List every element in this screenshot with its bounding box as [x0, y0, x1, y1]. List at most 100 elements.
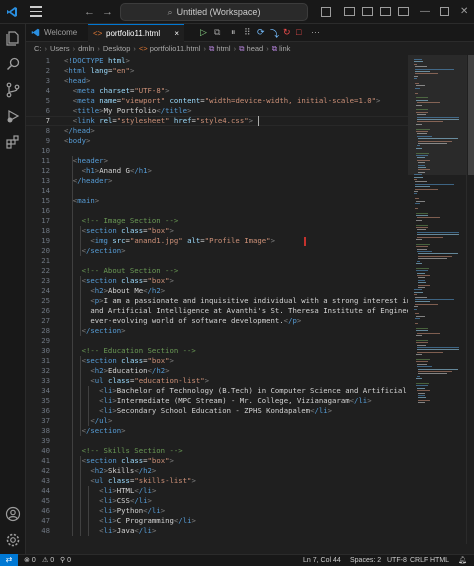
code-text[interactable]: <li>Java</li> [64, 526, 156, 536]
debug-stop-icon[interactable]: □ [296, 27, 301, 37]
maximize-icon[interactable] [440, 7, 449, 16]
code-line[interactable]: 39 [26, 436, 408, 446]
code-line[interactable]: 38 </section> [26, 426, 408, 436]
code-line[interactable]: 9 <body> [26, 136, 408, 146]
code-text[interactable]: <header> [64, 156, 108, 166]
breadcrumb-item[interactable]: head [247, 44, 264, 53]
code-line[interactable]: 34 <li>Bachelor of Technology (B.Tech) i… [26, 386, 408, 396]
code-text[interactable]: <html lang="en"> [64, 66, 134, 76]
code-line[interactable]: 45 <li>CSS</li> [26, 496, 408, 506]
code-line[interactable]: 28 </section> [26, 326, 408, 336]
code-editor[interactable]: 1 <!DOCTYPE html> 2 <html lang="en"> 3 <head>… [26, 55, 408, 544]
account-icon[interactable] [5, 506, 21, 522]
code-line[interactable]: 41 <section class="box"> [26, 456, 408, 466]
code-text[interactable]: <h2>Skills</h2> [64, 466, 156, 476]
code-text[interactable]: <!-- About Section --> [64, 266, 179, 276]
code-line[interactable]: 2 <html lang="en"> [26, 66, 408, 76]
code-line[interactable]: 40 <!-- Skills Section --> [26, 446, 408, 456]
encoding-status[interactable]: UTF-8 [387, 555, 407, 566]
breadcrumb-item[interactable]: C: [34, 44, 42, 53]
code-line[interactable]: 4 <meta charset="UTF-8"> [26, 86, 408, 96]
code-text[interactable]: </section> [64, 246, 126, 256]
breadcrumb-item[interactable]: link [279, 44, 290, 53]
toggle-secondary-sidebar-icon[interactable] [380, 7, 391, 16]
code-text[interactable]: </section> [64, 326, 126, 336]
code-text[interactable]: <li>Intermediate (MPC Stream) - Mr. Coll… [64, 396, 371, 406]
code-line[interactable]: 46 <li>Python</li> [26, 506, 408, 516]
debug-restart-icon[interactable]: ↻ [283, 27, 291, 38]
tab-welcome[interactable]: Welcome [26, 24, 88, 42]
code-text[interactable]: <!-- Image Section --> [64, 216, 179, 226]
code-line[interactable]: 25 <p>I am a passionate and inquisitive … [26, 296, 408, 306]
code-text[interactable]: <meta charset="UTF-8"> [64, 86, 170, 96]
toggle-primary-sidebar-icon[interactable] [344, 7, 355, 16]
split-editor-icon[interactable]: ⧉ [214, 27, 220, 38]
code-text[interactable]: </head> [64, 126, 95, 136]
code-line[interactable]: 11 <header> [26, 156, 408, 166]
command-center-search[interactable]: ⌕ Untitled (Workspace) [120, 3, 308, 21]
code-text[interactable]: and Artificial Intelligence at Avanthi's… [64, 306, 408, 316]
code-line[interactable]: 33 <ul class="education-list"> [26, 376, 408, 386]
code-line[interactable]: 7 <link rel="stylesheet" href="style4.cs… [26, 116, 408, 126]
breadcrumb-item[interactable]: Desktop [103, 44, 131, 53]
code-line[interactable]: 37 </ul> [26, 416, 408, 426]
close-icon[interactable]: ✕ [460, 5, 468, 19]
code-text[interactable]: <li>HTML</li> [64, 486, 156, 496]
scrollbar-thumb[interactable] [468, 55, 474, 175]
close-tab-icon[interactable]: × [174, 25, 179, 43]
code-line[interactable]: 21 [26, 256, 408, 266]
warnings-status[interactable]: ⚠ 0 [42, 555, 54, 566]
code-line[interactable]: 43 <ul class="skills-list"> [26, 476, 408, 486]
code-text[interactable]: <body> [64, 136, 90, 146]
code-line[interactable]: 13 </header> [26, 176, 408, 186]
code-line[interactable]: 10 [26, 146, 408, 156]
code-line[interactable]: 8 </head> [26, 126, 408, 136]
code-text[interactable]: <h1>Anand G</h1> [64, 166, 152, 176]
code-line[interactable]: 30 <!-- Education Section --> [26, 346, 408, 356]
code-line[interactable]: 29 [26, 336, 408, 346]
settings-gear-icon[interactable] [5, 532, 21, 548]
code-text[interactable]: <li>Secondary School Education - ZPHS Ko… [64, 406, 332, 416]
code-line[interactable]: 31 <section class="box"> [26, 356, 408, 366]
code-line[interactable]: 18 <section class="box"> [26, 226, 408, 236]
code-line[interactable]: 35 <li>Intermediate (MPC Stream) - Mr. C… [26, 396, 408, 406]
breadcrumb-item[interactable]: Users [50, 44, 70, 53]
code-line[interactable]: 23 <section class="box"> [26, 276, 408, 286]
breadcrumb-item[interactable]: portfolio11.html [150, 44, 201, 53]
cursor-position[interactable]: Ln 7, Col 44 [303, 555, 341, 566]
code-line[interactable]: 12 <h1>Anand G</h1> [26, 166, 408, 176]
ports-status[interactable]: ⚲ 0 [60, 555, 71, 566]
code-text[interactable]: <li>CSS</li> [64, 496, 152, 506]
code-line[interactable]: 22 <!-- About Section --> [26, 266, 408, 276]
code-line[interactable]: 26 and Artificial Intelligence at Avanth… [26, 306, 408, 316]
code-line[interactable]: 6 <title>My Portfolio</title> [26, 106, 408, 116]
explorer-icon[interactable] [5, 30, 21, 46]
code-text[interactable]: <p>I am a passionate and inquisitive ind… [64, 296, 408, 306]
code-line[interactable]: 32 <h2>Education</h2> [26, 366, 408, 376]
open-preview-icon[interactable]: ▷ [200, 27, 207, 38]
code-text[interactable]: <li>Bachelor of Technology (B.Tech) in C… [64, 386, 408, 396]
code-text[interactable]: <!DOCTYPE html> [64, 56, 130, 66]
run-debug-icon[interactable] [5, 108, 21, 124]
code-line[interactable]: 47 <li>C Programming</li> [26, 516, 408, 526]
eol-status[interactable]: CRLF [410, 555, 428, 566]
code-text[interactable]: </section> [64, 426, 126, 436]
extensions-icon[interactable] [5, 134, 21, 150]
code-text[interactable]: <head> [64, 76, 90, 86]
vertical-scrollbar[interactable] [466, 55, 474, 544]
language-mode[interactable]: HTML [430, 555, 449, 566]
code-line[interactable]: 15 <main> [26, 196, 408, 206]
notifications-bell-icon[interactable]: 🔔︎ [458, 555, 467, 566]
code-line[interactable]: 44 <li>HTML</li> [26, 486, 408, 496]
copilot-icon[interactable] [321, 7, 331, 17]
code-line[interactable]: 17 <!-- Image Section --> [26, 216, 408, 226]
customize-layout-icon[interactable] [398, 7, 409, 16]
tab-portfolio11-html[interactable]: <> portfolio11.html × [88, 24, 184, 42]
code-line[interactable]: 19 <img src="anand1.jpg" alt="Profile Im… [26, 236, 408, 246]
more-actions-icon[interactable]: ⋯ [311, 27, 320, 38]
code-line[interactable]: 48 <li>Java</li> [26, 526, 408, 536]
minimize-icon[interactable]: — [420, 5, 430, 19]
code-line[interactable]: 5 <meta name="viewport" content="width=d… [26, 96, 408, 106]
debug-continue-icon[interactable]: ⟳ [257, 27, 265, 38]
toggle-panel-icon[interactable] [362, 7, 373, 16]
